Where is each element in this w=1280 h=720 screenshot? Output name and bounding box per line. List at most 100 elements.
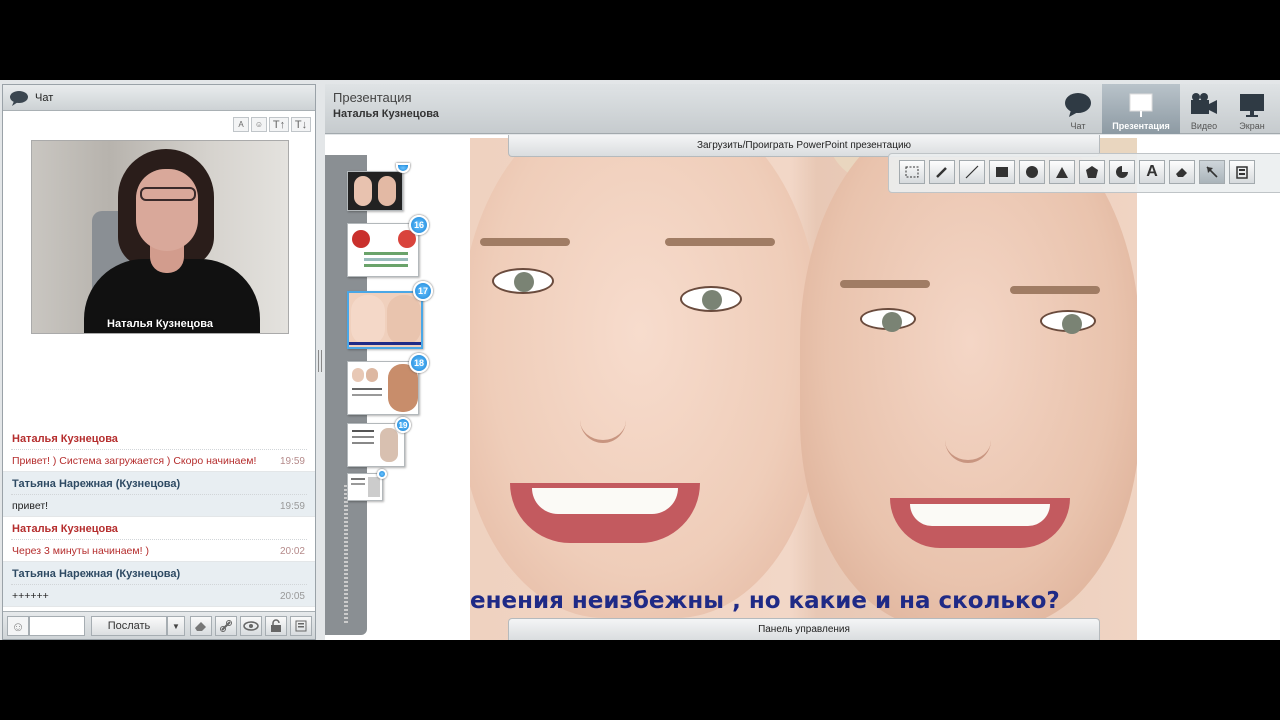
line-icon[interactable] (959, 160, 985, 184)
menu-icon[interactable] (290, 616, 312, 636)
message-time: 19:59 (279, 456, 305, 467)
font-tools: A ☺ T↑ T↓ (233, 117, 311, 132)
mode-presentation[interactable]: Презентация (1102, 84, 1180, 134)
slide-number-badge: 19 (395, 417, 411, 433)
font-decrease-button[interactable]: T↓ (291, 117, 311, 132)
message-input[interactable] (29, 616, 85, 636)
text-icon[interactable]: A (1139, 160, 1165, 184)
send-button[interactable]: Послать (91, 616, 167, 636)
rectangle-icon[interactable] (989, 160, 1015, 184)
message-text: привет! (12, 500, 49, 512)
font-style-button[interactable]: A (233, 117, 249, 132)
message-time: 20:05 (279, 591, 305, 602)
smiley-button[interactable]: ☺ (7, 616, 29, 636)
link-icon[interactable] (215, 616, 237, 636)
webinar-app: Чат A ☺ T↑ T↓ Наталья Кузнецова Наталья … (0, 80, 1280, 640)
slide-thumbnail-16[interactable] (347, 223, 419, 277)
slide-thumbnail-17[interactable] (347, 291, 423, 349)
speech-bubble-icon (1065, 93, 1091, 117)
message-list: Наталья Кузнецова Привет! ) Система загр… (3, 427, 315, 607)
mode-screen-label: Экран (1239, 121, 1265, 131)
presenter-name: Наталья Кузнецова (333, 108, 439, 120)
slide-badge-partial (396, 163, 410, 173)
chat-panel: Чат A ☺ T↑ T↓ Наталья Кузнецова Наталья … (2, 84, 316, 640)
emoticon-toggle-button[interactable]: ☺ (251, 117, 267, 132)
chat-title: Чат (35, 91, 54, 104)
chat-message: Наталья Кузнецова Привет! ) Система загр… (3, 427, 315, 472)
whiteboard-icon (1129, 93, 1153, 117)
monitor-icon (1240, 94, 1264, 117)
message-time: 20:02 (279, 546, 305, 557)
chat-header: Чат (3, 85, 315, 111)
select-rect-icon[interactable] (899, 160, 925, 184)
message-author: Татьяна Нарежная (Кузнецова) (12, 478, 181, 490)
current-slide: енения неизбежны , но какие и на сколько… (470, 138, 1137, 640)
message-separator (11, 494, 307, 495)
webcam-video: Наталья Кузнецова (31, 140, 289, 334)
video-person-glasses (140, 187, 196, 201)
slide-brow (665, 238, 775, 246)
message-time: 19:59 (279, 501, 305, 512)
message-text: Привет! ) Система загружается ) Скоро на… (12, 455, 257, 467)
slide-teeth (910, 504, 1050, 526)
mode-presentation-label: Презентация (1112, 121, 1170, 131)
video-person-face (136, 169, 198, 251)
eraser-icon[interactable] (1169, 160, 1195, 184)
unlock-icon[interactable] (265, 616, 287, 636)
slide-eye (860, 308, 916, 332)
message-separator (11, 449, 307, 450)
save-icon[interactable] (1229, 160, 1255, 184)
mode-video[interactable]: Видео (1180, 84, 1228, 134)
mode-video-label: Видео (1190, 121, 1218, 131)
slide-nose (580, 353, 626, 443)
message-separator (11, 584, 307, 585)
presentation-stage: 16 17 18 19 енения неизбежны , но какие … (325, 135, 1280, 640)
slide-eye (1040, 310, 1096, 334)
slide-badge-partial (377, 469, 387, 479)
slide-thumbnail-18[interactable] (347, 361, 419, 415)
circle-icon[interactable] (1019, 160, 1045, 184)
message-separator (11, 539, 307, 540)
pencil-icon[interactable] (929, 160, 955, 184)
presentation-header: Презентация Наталья Кузнецова Чат Презен… (325, 84, 1280, 134)
slide-thumbnail-15[interactable] (347, 171, 403, 211)
presentation-title: Презентация (333, 90, 412, 105)
mode-screen[interactable]: Экран (1228, 84, 1276, 134)
eraser-icon[interactable] (190, 616, 212, 636)
pie-icon[interactable] (1109, 160, 1135, 184)
message-text: ++++++ (12, 590, 49, 602)
pentagon-icon[interactable] (1079, 160, 1105, 184)
eye-icon[interactable] (240, 616, 262, 636)
video-name-label: Наталья Кузнецова (107, 318, 213, 330)
slide-caption: енения неизбежны , но какие и на сколько… (470, 588, 1060, 614)
video-camera-icon (1191, 93, 1217, 114)
chat-message: Татьяна Нарежная (Кузнецова) привет! 19:… (3, 472, 315, 517)
chat-message: Татьяна Нарежная (Кузнецова) ++++++ 20:0… (3, 562, 315, 607)
chat-input-bar: ☺ Послать ▼ (3, 611, 315, 639)
mode-chat-label: Чат (1070, 121, 1086, 131)
message-author: Наталья Кузнецова (12, 523, 118, 535)
slide-teeth (532, 488, 678, 514)
send-options-dropdown[interactable]: ▼ (167, 616, 185, 636)
slide-brow (1010, 286, 1100, 294)
drawing-toolbar: A (888, 153, 1280, 193)
slide-face-young (470, 138, 820, 618)
mode-chat[interactable]: Чат (1054, 84, 1102, 134)
chat-message: Наталья Кузнецова Через 3 минуты начинае… (3, 517, 315, 562)
slide-nose (945, 373, 991, 463)
pointer-icon[interactable] (1199, 160, 1225, 184)
slide-number-badge: 17 (413, 281, 433, 301)
control-panel-toggle[interactable]: Панель управления (508, 618, 1100, 640)
message-text: Через 3 минуты начинаем! ) (12, 545, 149, 557)
message-author: Татьяна Нарежная (Кузнецова) (12, 568, 181, 580)
chat-bubble-icon (10, 90, 28, 106)
mode-switcher: Чат Презентация Видео Экран (1054, 84, 1276, 134)
slide-number-badge: 16 (409, 215, 429, 235)
slide-brow (480, 238, 570, 246)
font-increase-button[interactable]: T↑ (269, 117, 289, 132)
message-author: Наталья Кузнецова (12, 433, 118, 445)
thumbnail-scrollbar[interactable] (344, 485, 348, 625)
triangle-icon[interactable] (1049, 160, 1075, 184)
panel-resize-handle[interactable] (318, 350, 322, 372)
slide-eye (492, 268, 554, 294)
